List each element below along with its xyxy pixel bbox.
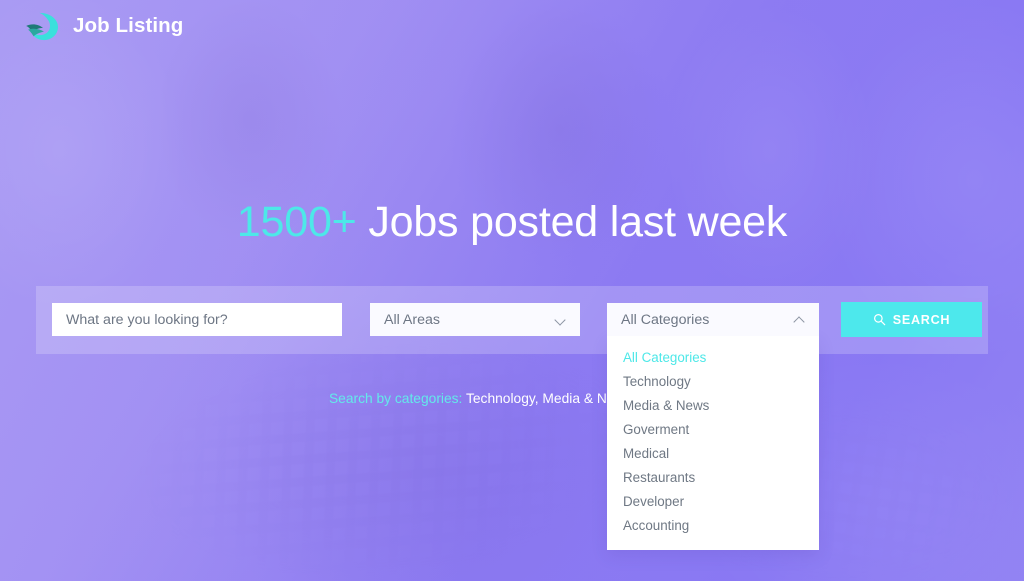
search-button-label: SEARCH: [892, 312, 951, 327]
search-button[interactable]: SEARCH: [841, 302, 982, 337]
area-select[interactable]: All Areas: [370, 303, 580, 336]
swoosh-logo-icon: [26, 12, 58, 41]
brand-link[interactable]: Job Listing: [24, 11, 183, 41]
category-option[interactable]: Media & News: [607, 394, 819, 418]
brand-name: Job Listing: [73, 14, 184, 37]
site-header: Job Listing: [0, 0, 1024, 52]
category-option[interactable]: Goverment: [607, 418, 819, 442]
category-select-value: All Categories: [621, 311, 710, 328]
category-option[interactable]: All Categories: [607, 346, 819, 370]
search-input[interactable]: [52, 303, 342, 336]
search-icon: [873, 314, 886, 326]
page-title: 1500+ Jobs posted last week: [0, 198, 1024, 247]
category-option[interactable]: Restaurants: [607, 466, 819, 490]
categories-hint: Search by categories: Technology, Media …: [0, 391, 1024, 406]
category-dropdown-menu: All Categories Technology Media & News Gove…: [607, 336, 819, 550]
category-option[interactable]: Medical: [607, 442, 819, 466]
categories-hint-label: Search by categories:: [328, 391, 463, 406]
chevron-up-icon: [794, 314, 805, 325]
chevron-down-icon: [555, 314, 566, 325]
category-option[interactable]: Developer: [607, 490, 819, 514]
area-select-value: All Areas: [384, 311, 440, 328]
category-select[interactable]: All Categories: [607, 303, 819, 336]
category-option[interactable]: Technology: [607, 370, 819, 394]
page-root: Job Listing 1500+ Jobs posted last week …: [0, 0, 1024, 581]
category-option[interactable]: Accounting: [607, 514, 819, 538]
hero-job-count: 1500+: [236, 198, 357, 246]
hero-headline-text: Jobs posted last week: [356, 198, 788, 246]
